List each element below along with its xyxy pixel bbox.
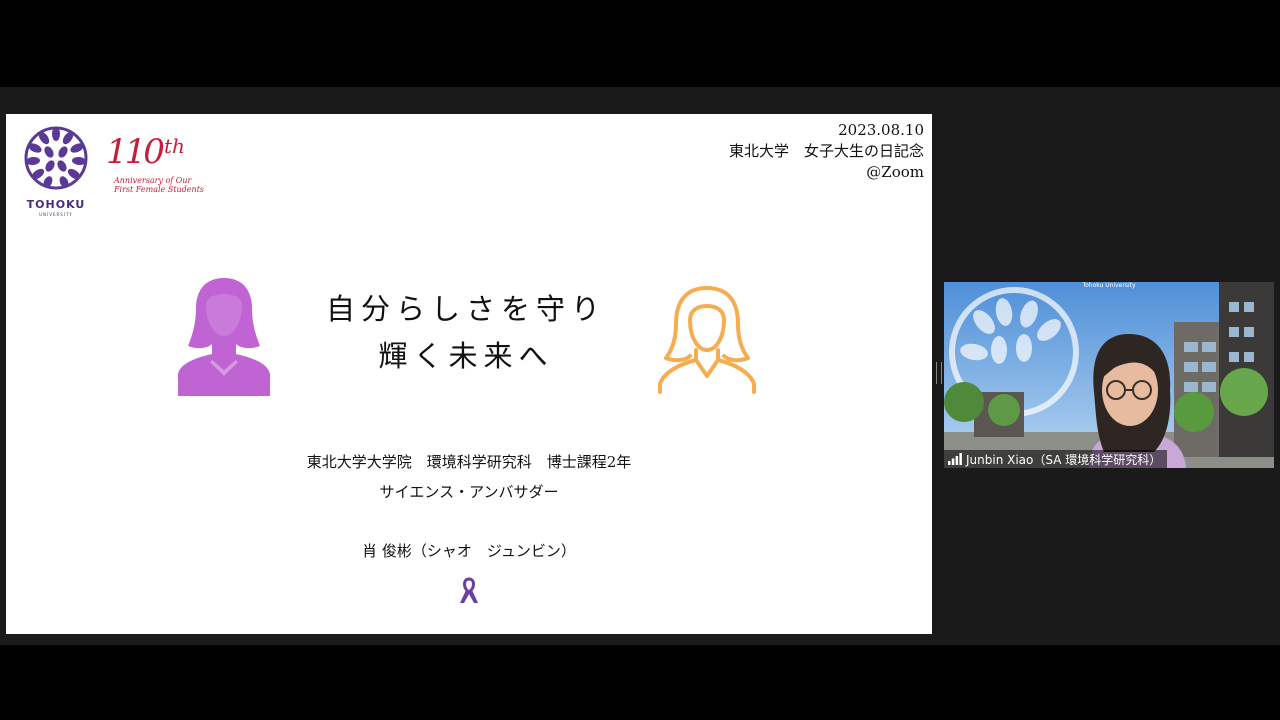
anniversary-caption-line1: Anniversary of Our bbox=[114, 176, 192, 185]
anniversary-110th-logo: 110 th Anniversary of Our First Female S… bbox=[102, 132, 212, 207]
slide-date: 2023.08.10 bbox=[838, 121, 924, 139]
slide-title: 自分らしさを守り 輝く未来へ bbox=[306, 286, 626, 380]
virtual-background-caption: Tohoku University bbox=[1082, 282, 1136, 289]
anniversary-number: 110 bbox=[106, 132, 165, 172]
tohoku-logo-subtext: UNIVERSITY bbox=[39, 212, 73, 217]
participant-video-tile[interactable]: Tohoku University Junbin Xiao（SA 環境科学研究科… bbox=[944, 282, 1274, 468]
anniversary-caption-line2: First Female Students bbox=[114, 185, 205, 194]
split-resize-handle[interactable] bbox=[936, 362, 942, 384]
speaker-affiliation: 東北大学大学院 環境科学研究科 博士課程2年 bbox=[306, 453, 632, 471]
signal-bars-icon bbox=[948, 453, 962, 465]
slide-title-line2: 輝く未来へ bbox=[378, 339, 554, 373]
woman-outline-icon bbox=[656, 284, 758, 399]
speaker-affiliation-block: 東北大学大学院 環境科学研究科 博士課程2年 サイエンス・アンバサダー bbox=[206, 447, 732, 507]
slide-title-line1: 自分らしさを守り bbox=[325, 292, 606, 326]
awareness-ribbon-icon bbox=[457, 576, 481, 606]
slide-venue: @Zoom bbox=[866, 163, 924, 181]
shared-screen-slide: TOHOKU UNIVERSITY 110 th Anniversary of … bbox=[6, 114, 932, 634]
tohoku-university-logo: TOHOKU UNIVERSITY bbox=[22, 124, 90, 224]
participant-name: Junbin Xiao（SA 環境科学研究科） bbox=[966, 452, 1162, 467]
anniversary-caption: Anniversary of Our First Female Students bbox=[114, 176, 214, 194]
speaker-name: 肖 俊彬（シャオ ジュンビン） bbox=[362, 542, 576, 560]
speaker-role: サイエンス・アンバサダー bbox=[379, 483, 559, 501]
tohoku-logo-text: TOHOKU bbox=[26, 198, 86, 211]
anniversary-suffix: th bbox=[164, 134, 185, 158]
slide-meta: 2023.08.10 東北大学 女子大生の日記念 @Zoom bbox=[729, 120, 924, 183]
woman-filled-icon bbox=[174, 274, 274, 399]
slide-event: 東北大学 女子大生の日記念 bbox=[728, 142, 924, 160]
participant-name-label: Junbin Xiao（SA 環境科学研究科） bbox=[944, 450, 1168, 468]
